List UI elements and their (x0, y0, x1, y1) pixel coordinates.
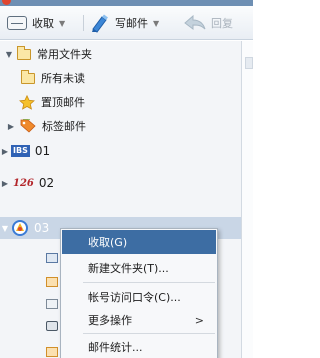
menu-item-label: 邮件统计... (88, 341, 143, 354)
inbox-icon[interactable] (46, 253, 58, 263)
context-menu: 收取(G) 新建文件夹(T)... 帐号访问口令(C)... 更多操作 > 邮件… (60, 228, 218, 358)
star-icon (19, 94, 35, 110)
menu-item-label: 新建文件夹(T)... (88, 262, 169, 275)
menu-item-label: 收取(G) (88, 236, 128, 249)
drafts-icon[interactable] (46, 277, 58, 287)
menu-item-receive[interactable]: 收取(G) (62, 230, 216, 254)
expand-arrow-icon[interactable]: ▶ (6, 122, 16, 131)
folder-icon (20, 69, 35, 84)
folder-icon[interactable] (46, 347, 58, 357)
menu-item-more-actions[interactable]: 更多操作 > (62, 308, 216, 332)
submenu-arrow-icon: > (194, 313, 204, 327)
account-label: 02 (38, 176, 55, 190)
tree-group-label: 常用文件夹 (37, 48, 92, 61)
trash-icon[interactable] (46, 321, 58, 331)
receive-button[interactable]: 收取 ▼ (7, 6, 65, 40)
tree-item-tagged[interactable]: ▶ 标签邮件 (0, 115, 241, 137)
splitter-handle[interactable] (245, 57, 253, 69)
tree-item-all-unread[interactable]: 所有未读 (0, 67, 241, 89)
tree-item-label: 所有未读 (41, 72, 85, 85)
receive-dropdown-icon[interactable]: ▼ (59, 19, 65, 28)
126-account-icon: 126 (13, 177, 34, 189)
account-ibs-01[interactable]: ▶ IBS 01 (0, 140, 241, 162)
sent-icon[interactable] (46, 299, 58, 309)
tree-item-label: 标签邮件 (42, 120, 86, 133)
menu-separator (83, 333, 215, 334)
folder-icon (16, 45, 31, 60)
account-label: 03 (34, 221, 50, 235)
collapse-arrow-icon[interactable]: ▼ (0, 224, 10, 233)
inbox-tray-icon (7, 16, 27, 30)
reply-label: 回复 (211, 17, 233, 30)
receive-label: 收取 (32, 17, 54, 30)
tree-group-common-folders[interactable]: ▼ 常用文件夹 (0, 43, 241, 65)
menu-item-label: 帐号访问口令(C)... (88, 291, 181, 304)
expand-arrow-icon[interactable]: ▼ (4, 50, 14, 59)
tree-item-label: 置顶邮件 (41, 96, 85, 109)
menu-separator (83, 282, 215, 283)
toolbar: 收取 ▼ 写邮件 ▼ 回复 (0, 6, 253, 40)
account-label: 01 (34, 144, 51, 158)
mail-account-logo-icon (12, 220, 28, 236)
menu-item-mail-statistics[interactable]: 邮件统计... (62, 335, 216, 358)
app-logo-icon (2, 0, 11, 5)
reply-arrow-icon (184, 15, 206, 30)
account-126-02[interactable]: ▶ 126 02 (0, 172, 241, 194)
pen-icon (92, 14, 108, 33)
menu-item-account-password[interactable]: 帐号访问口令(C)... (62, 285, 216, 309)
ibs-account-icon: IBS (11, 145, 30, 157)
reading-pane-edge (241, 41, 253, 358)
tag-icon (20, 119, 36, 133)
compose-button[interactable]: 写邮件 ▼ (90, 6, 159, 40)
toolbar-divider (83, 15, 84, 31)
compose-label: 写邮件 (115, 17, 148, 30)
tree-item-pinned[interactable]: 置顶邮件 (0, 91, 241, 113)
expand-arrow-icon[interactable]: ▶ (0, 147, 10, 156)
reply-button[interactable]: 回复 (184, 6, 233, 40)
menu-item-label: 更多操作 (88, 314, 132, 327)
compose-dropdown-icon[interactable]: ▼ (153, 19, 159, 28)
expand-arrow-icon[interactable]: ▶ (0, 179, 10, 188)
menu-item-new-folder[interactable]: 新建文件夹(T)... (62, 256, 216, 280)
